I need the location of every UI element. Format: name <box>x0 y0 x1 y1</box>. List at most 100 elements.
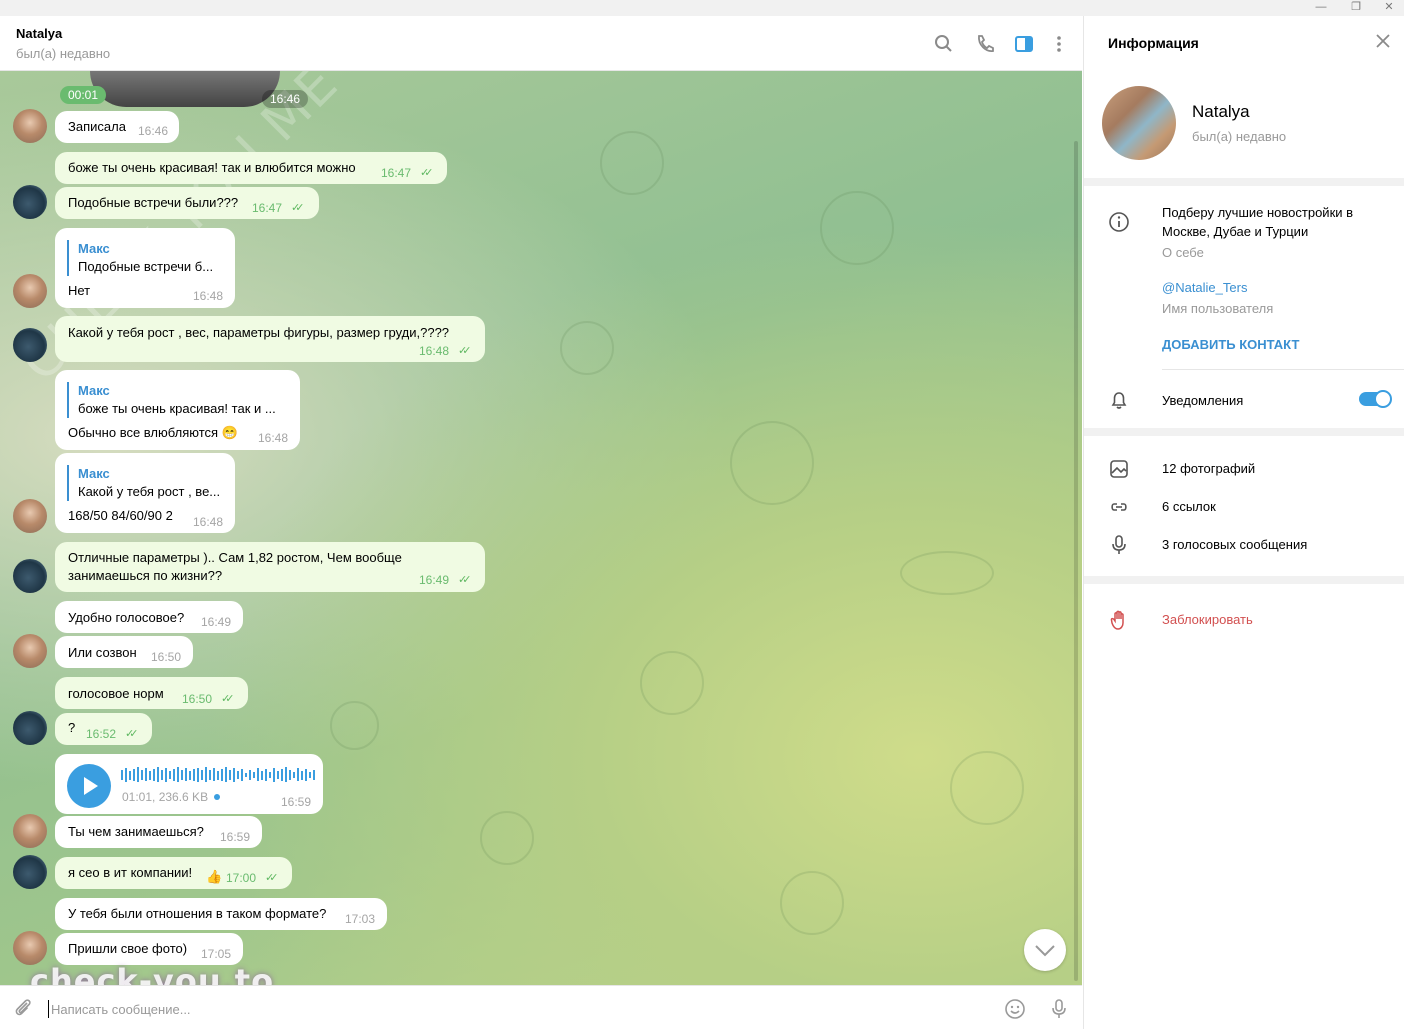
emoji-icon[interactable] <box>1004 998 1026 1020</box>
reply-bar <box>67 382 69 418</box>
avatar[interactable] <box>13 711 47 745</box>
avatar[interactable] <box>13 634 47 668</box>
avatar[interactable] <box>13 559 47 593</box>
message-time: 16:48 <box>419 344 450 358</box>
reply-bar <box>67 240 69 276</box>
message-text: Пришли свое фото) <box>68 941 188 956</box>
avatar[interactable] <box>13 499 47 533</box>
divider <box>1084 428 1404 436</box>
avatar[interactable] <box>13 274 47 308</box>
reply-quote[interactable]: боже ты очень красивая! так и ... <box>78 401 276 416</box>
scroll-down-button[interactable] <box>1024 929 1066 971</box>
restore-button[interactable]: ❐ <box>1341 0 1371 16</box>
attach-icon[interactable] <box>12 997 34 1019</box>
message-bubble[interactable]: голосовое норм 16:50 ✓✓ <box>55 677 248 709</box>
message-bubble[interactable]: Макс Подобные встречи б... Нет 16:48 <box>55 228 235 308</box>
background-doodle <box>730 421 814 505</box>
play-button[interactable] <box>67 764 111 808</box>
message-text: занимаешься по жизни?? <box>68 568 223 583</box>
panel-title: Информация <box>1108 35 1199 51</box>
mic-icon[interactable] <box>1048 998 1070 1020</box>
background-doodle <box>900 551 994 595</box>
avatar[interactable] <box>13 185 47 219</box>
close-window-button[interactable]: ✕ <box>1374 0 1404 16</box>
message-input[interactable]: Написать сообщение... <box>51 1002 191 1017</box>
photo-message[interactable] <box>90 71 280 107</box>
background-doodle <box>950 751 1024 825</box>
bio-label: О себе <box>1162 245 1204 260</box>
message-bubble[interactable]: Отличные параметры ).. Сам 1,82 ростом, … <box>55 542 485 592</box>
message-bubble[interactable]: У тебя были отношения в таком формате? 1… <box>55 898 387 930</box>
reply-author[interactable]: Макс <box>78 466 110 481</box>
links-link[interactable]: 6 ссылок <box>1162 499 1216 514</box>
message-bubble[interactable]: Ты чем занимаешься? 16:59 <box>55 816 262 848</box>
avatar[interactable] <box>13 328 47 362</box>
more-icon[interactable] <box>1048 33 1070 55</box>
message-bubble[interactable]: ? 16:52 ✓✓ <box>55 713 152 745</box>
message-bubble[interactable]: Пришли свое фото) 17:05 <box>55 933 243 965</box>
window-titlebar: — ❐ ✕ <box>0 0 1404 16</box>
info-icon <box>1108 211 1130 233</box>
message-text: Подобные встречи были??? <box>68 195 239 210</box>
message-text: Обычно все влюбляются 😁 <box>68 425 238 440</box>
background-doodle <box>480 811 534 865</box>
read-check-icon: ✓✓ <box>420 167 434 179</box>
message-bubble[interactable]: Удобно голосовое? 16:49 <box>55 601 243 633</box>
voice-message[interactable]: 01:01, 236.6 KB 16:59 <box>55 754 323 814</box>
waveform[interactable] <box>121 766 317 782</box>
message-time: 16:46 <box>138 124 169 138</box>
unlistened-dot-icon <box>214 794 220 800</box>
profile-avatar[interactable] <box>1102 86 1176 160</box>
message-bubble[interactable]: Какой у тебя рост , вес, параметры фигур… <box>55 316 485 362</box>
message-time: 16:49 <box>419 573 450 587</box>
message-list[interactable]: CHECK YOU ME 00:01 16:46 Записала 16:46 … <box>0 71 1082 985</box>
avatar[interactable] <box>13 931 47 965</box>
reply-author[interactable]: Макс <box>78 241 110 256</box>
scrollbar[interactable] <box>1074 141 1078 981</box>
toggle-knob <box>1374 390 1392 408</box>
close-icon[interactable] <box>1374 32 1392 50</box>
divider <box>1162 369 1404 370</box>
chat-title[interactable]: Natalya <box>16 26 62 41</box>
hand-block-icon <box>1108 609 1130 631</box>
divider <box>1084 178 1404 186</box>
composer[interactable]: Написать сообщение... <box>0 985 1082 1030</box>
add-contact-button[interactable]: ДОБАВИТЬ КОНТАКТ <box>1162 337 1299 352</box>
avatar[interactable] <box>13 855 47 889</box>
voice-meta: 01:01, 236.6 KB <box>122 790 209 804</box>
link-icon <box>1108 496 1130 518</box>
search-icon[interactable] <box>933 33 955 55</box>
sidebar-toggle-icon[interactable] <box>1013 33 1035 55</box>
block-button[interactable]: Заблокировать <box>1162 612 1253 627</box>
photos-link[interactable]: 12 фотографий <box>1162 461 1255 476</box>
message-bubble[interactable]: Макс Какой у тебя рост , ве... 168/50 84… <box>55 453 235 533</box>
read-check-icon: ✓✓ <box>458 345 472 357</box>
thumbs-up-reaction-icon[interactable]: 👍 <box>206 869 222 885</box>
reply-quote[interactable]: Подобные встречи б... <box>78 259 213 274</box>
message-bubble[interactable]: Макс боже ты очень красивая! так и ... О… <box>55 370 300 450</box>
phone-icon[interactable] <box>974 33 996 55</box>
avatar[interactable] <box>13 109 47 143</box>
notifications-toggle[interactable] <box>1359 390 1392 408</box>
read-check-icon: ✓✓ <box>221 693 235 705</box>
message-time: 16:48 <box>193 289 224 303</box>
voice-messages-link[interactable]: 3 голосовых сообщения <box>1162 537 1307 552</box>
read-check-icon: ✓✓ <box>458 574 472 586</box>
message-bubble[interactable]: Или созвон 16:50 <box>55 636 193 668</box>
reply-author[interactable]: Макс <box>78 383 110 398</box>
chat-header[interactable]: Natalya был(а) недавно <box>0 16 1082 71</box>
profile-name: Natalya <box>1192 102 1250 121</box>
avatar[interactable] <box>13 814 47 848</box>
minimize-button[interactable]: — <box>1306 0 1336 16</box>
media-time: 16:46 <box>262 90 309 108</box>
message-text: я сео в ит компании! <box>68 865 193 880</box>
reply-quote[interactable]: Какой у тебя рост , ве... <box>78 484 220 499</box>
play-icon <box>84 777 98 795</box>
message-text: Какой у тебя рост , вес, параметры фигур… <box>68 325 450 340</box>
username-link[interactable]: @Natalie_Ters <box>1162 280 1247 295</box>
message-bubble[interactable]: я сео в ит компании! 👍 17:00 ✓✓ <box>55 857 292 889</box>
message-bubble[interactable]: Подобные встречи были??? 16:47 ✓✓ <box>55 187 319 219</box>
background-doodle <box>820 191 894 265</box>
message-bubble[interactable]: Записала 16:46 <box>55 111 179 143</box>
message-bubble[interactable]: боже ты очень красивая! так и влюбится м… <box>55 152 447 184</box>
